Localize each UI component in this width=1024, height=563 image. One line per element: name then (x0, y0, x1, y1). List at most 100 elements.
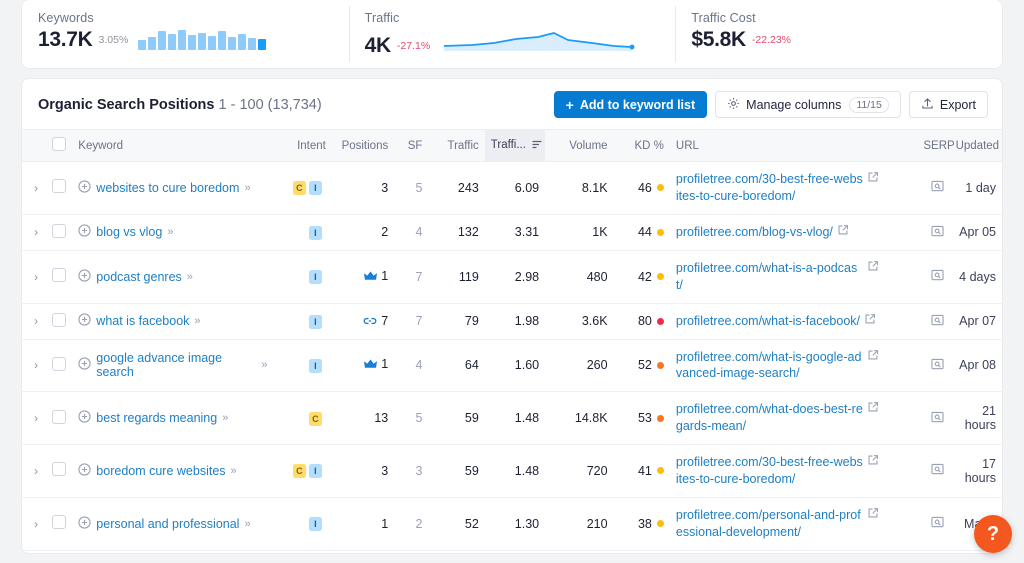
row-checkbox[interactable] (52, 462, 67, 477)
serp-cell[interactable] (917, 161, 950, 215)
row-select-cell[interactable] (44, 339, 73, 393)
row-expand-cell[interactable]: › (22, 339, 45, 393)
row-select-cell[interactable] (44, 550, 72, 553)
serp-preview-icon[interactable] (930, 411, 944, 423)
serp-cell[interactable] (917, 550, 949, 553)
external-link-icon[interactable] (867, 401, 879, 413)
keyword-expand-icon[interactable]: » (167, 226, 173, 238)
add-keyword-icon[interactable] (78, 463, 91, 479)
manage-columns-button[interactable]: Manage columns 11/15 (715, 91, 901, 118)
chevron-right-icon[interactable]: › (34, 225, 38, 239)
select-all-checkbox[interactable] (52, 137, 67, 151)
chevron-right-icon[interactable]: › (34, 181, 38, 195)
row-expand-cell[interactable]: › (22, 303, 45, 340)
serp-preview-icon[interactable] (930, 314, 944, 326)
keyword-link[interactable]: google advance image search (96, 351, 256, 379)
intent-badge-I[interactable]: I (308, 517, 322, 532)
chevron-right-icon[interactable]: › (34, 411, 38, 425)
intent-badge-I[interactable]: I (308, 225, 322, 240)
chevron-right-icon[interactable]: › (34, 314, 38, 328)
keyword-link[interactable]: personal and professional (96, 517, 239, 531)
header-traffic-percent[interactable]: Traffi... (484, 129, 546, 162)
header-volume[interactable]: Volume (545, 129, 614, 162)
intent-badge-I[interactable]: I (308, 358, 322, 373)
external-link-icon[interactable] (867, 454, 879, 466)
keyword-expand-icon[interactable]: » (187, 271, 193, 283)
chevron-right-icon[interactable]: › (34, 464, 38, 478)
header-positions[interactable]: Positions (331, 129, 395, 162)
row-select-cell[interactable] (44, 497, 73, 551)
row-select-cell[interactable] (44, 303, 73, 340)
external-link-icon[interactable] (864, 313, 876, 325)
keyword-expand-icon[interactable]: » (244, 182, 250, 194)
row-checkbox[interactable] (52, 356, 67, 371)
serp-preview-icon[interactable] (930, 516, 944, 528)
row-expand-cell[interactable]: › (22, 161, 45, 215)
row-select-cell[interactable] (44, 214, 73, 251)
serp-cell[interactable] (917, 214, 950, 251)
serp-cell[interactable] (917, 303, 950, 340)
row-expand-cell[interactable]: › (22, 214, 45, 251)
chevron-right-icon[interactable]: › (34, 517, 38, 531)
serp-preview-icon[interactable] (930, 225, 944, 237)
add-keyword-icon[interactable] (78, 357, 91, 373)
add-keyword-icon[interactable] (78, 224, 91, 240)
row-select-cell[interactable] (44, 391, 73, 445)
serp-preview-icon[interactable] (930, 180, 944, 192)
row-select-cell[interactable] (44, 250, 73, 304)
serp-cell[interactable] (917, 339, 950, 393)
row-expand-cell[interactable]: › (22, 391, 45, 445)
keyword-expand-icon[interactable]: » (222, 412, 228, 424)
row-checkbox[interactable] (52, 312, 67, 327)
header-updated[interactable]: Updated (949, 129, 1002, 162)
row-checkbox[interactable] (52, 179, 67, 194)
intent-badge-C[interactable]: C (292, 181, 306, 196)
header-intent[interactable]: Intent (273, 129, 332, 162)
row-checkbox[interactable] (52, 409, 67, 424)
keyword-link[interactable]: podcast genres (96, 270, 181, 284)
external-link-icon[interactable] (837, 224, 849, 236)
keyword-expand-icon[interactable]: » (231, 465, 237, 477)
external-link-icon[interactable] (867, 171, 879, 183)
external-link-icon[interactable] (867, 260, 879, 272)
serp-cell[interactable] (917, 497, 950, 551)
url-link[interactable]: profiletree.com/personal-and-professiona… (676, 507, 863, 541)
serp-preview-icon[interactable] (930, 463, 944, 475)
url-link[interactable]: profiletree.com/30-best-free-websites-to… (676, 171, 863, 205)
keyword-expand-icon[interactable]: » (244, 518, 250, 530)
add-to-keyword-list-button[interactable]: + Add to keyword list (553, 91, 708, 118)
url-link[interactable]: profiletree.com/blog-vs-vlog/ (676, 224, 833, 241)
keyword-link[interactable]: boredom cure websites (96, 464, 225, 478)
keyword-link[interactable]: blog vs vlog (96, 225, 162, 239)
header-traffic[interactable]: Traffic (428, 129, 485, 162)
header-sf[interactable]: SF (394, 129, 429, 162)
row-expand-cell[interactable]: › (22, 250, 45, 304)
keyword-link[interactable]: best regards meaning (96, 411, 217, 425)
row-select-cell[interactable] (44, 444, 73, 498)
serp-cell[interactable] (917, 391, 950, 445)
url-link[interactable]: profiletree.com/what-is-facebook/ (676, 313, 860, 330)
add-keyword-icon[interactable] (78, 180, 91, 196)
export-button[interactable]: Export (908, 91, 988, 118)
chevron-right-icon[interactable]: › (34, 358, 38, 372)
url-link[interactable]: profiletree.com/what-does-best-regards-m… (676, 401, 863, 435)
add-keyword-icon[interactable] (78, 410, 91, 426)
header-select-all[interactable] (44, 129, 73, 162)
intent-badge-C[interactable]: C (308, 411, 322, 426)
serp-preview-icon[interactable] (930, 358, 944, 370)
header-kd[interactable]: KD % (613, 129, 670, 162)
url-link[interactable]: profiletree.com/what-is-google-advanced-… (676, 349, 863, 383)
add-keyword-icon[interactable] (78, 313, 91, 329)
external-link-icon[interactable] (867, 349, 879, 361)
row-select-cell[interactable] (44, 161, 73, 215)
keyword-expand-icon[interactable]: » (261, 359, 267, 371)
url-link[interactable]: profiletree.com/what-is-a-podcast/ (676, 260, 863, 294)
row-expand-cell[interactable]: › (22, 497, 45, 551)
row-checkbox[interactable] (52, 223, 67, 238)
serp-preview-icon[interactable] (930, 269, 944, 281)
row-expand-cell[interactable]: › (22, 444, 45, 498)
intent-badge-I[interactable]: I (308, 314, 322, 329)
serp-cell[interactable] (917, 250, 950, 304)
help-button[interactable]: ? (974, 515, 1012, 553)
intent-badge-I[interactable]: I (308, 181, 322, 196)
